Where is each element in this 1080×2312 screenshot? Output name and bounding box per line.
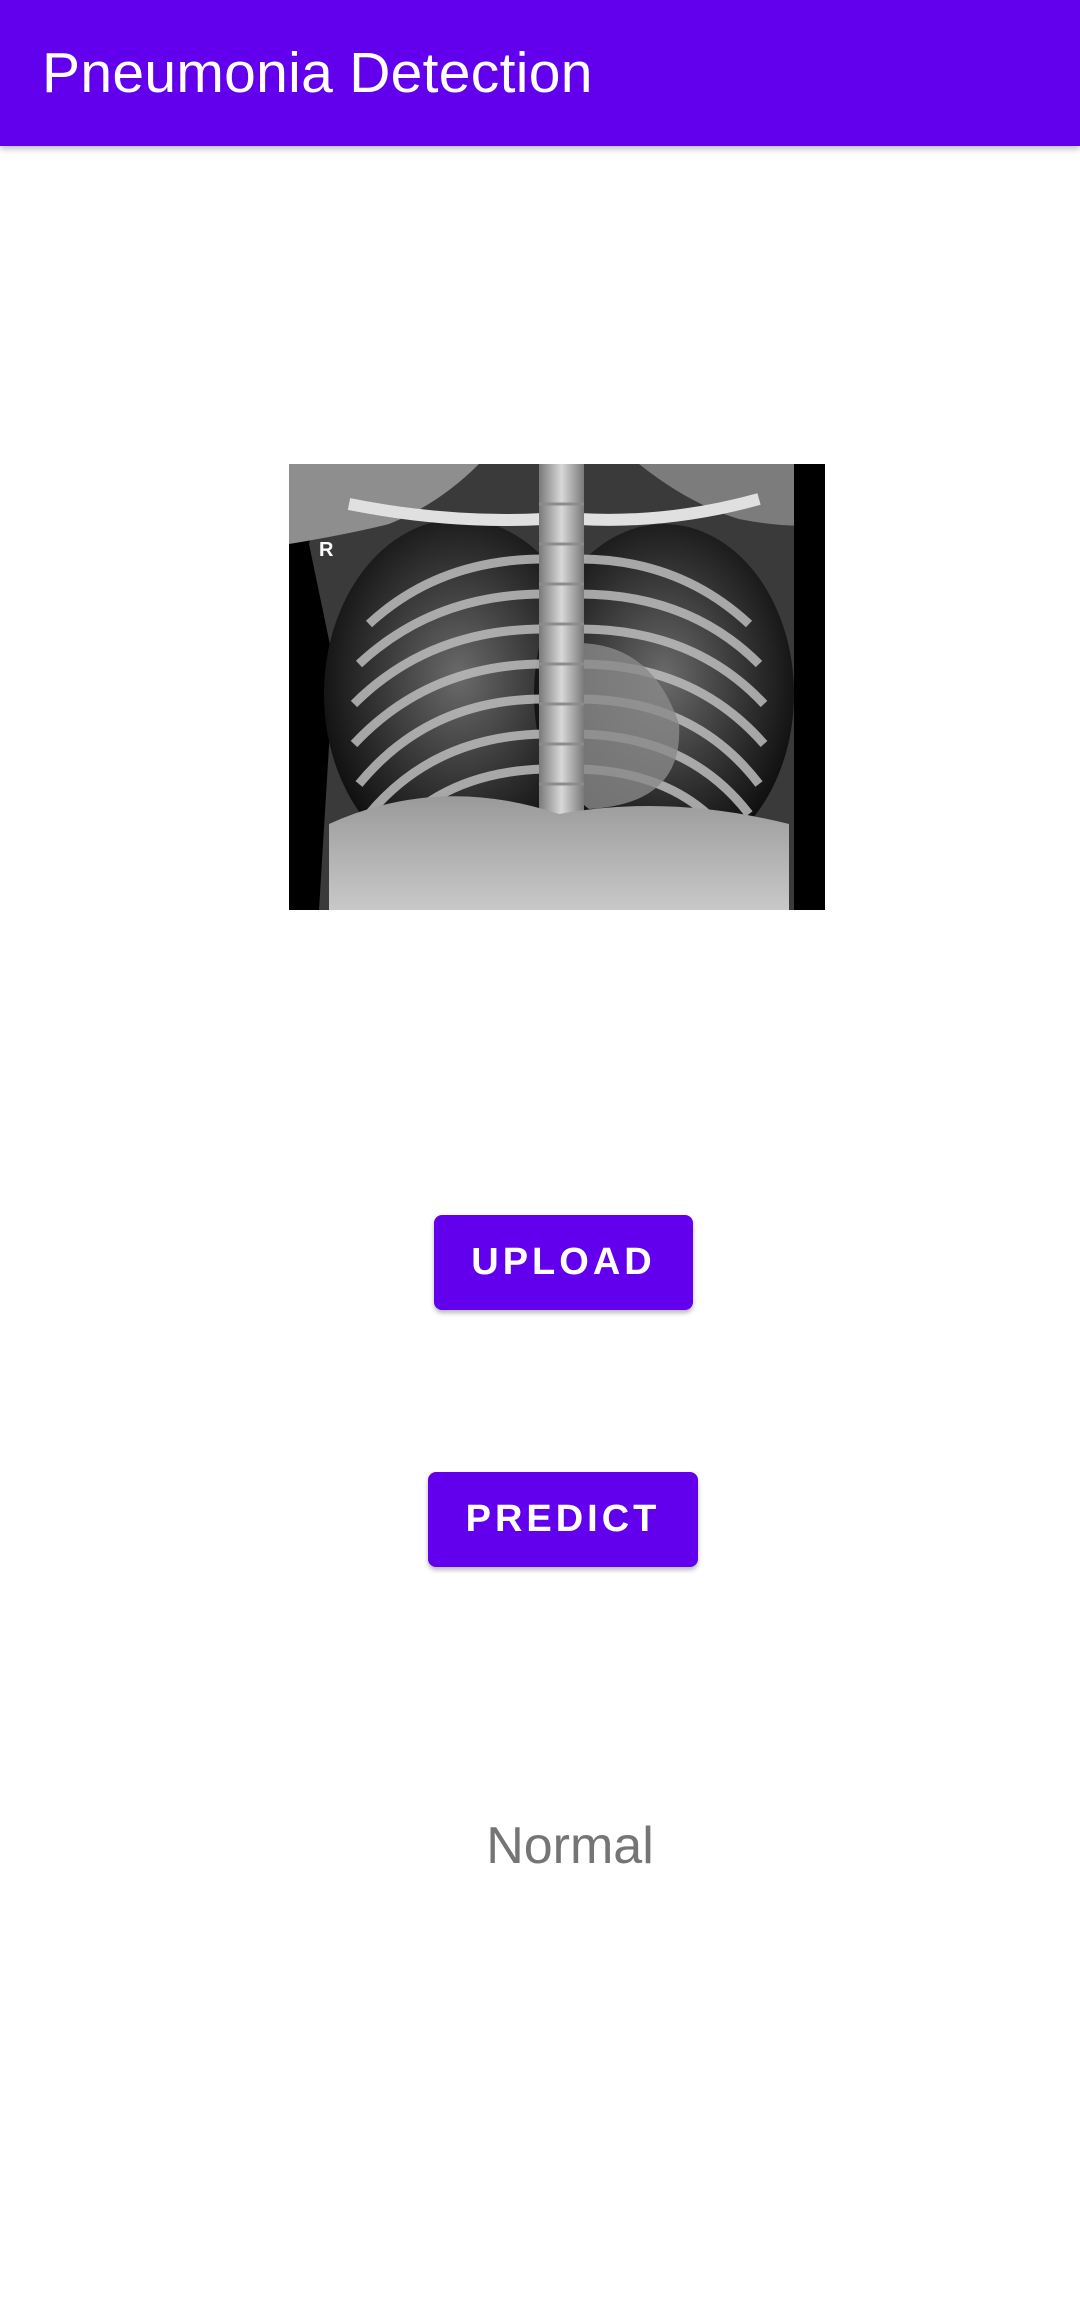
upload-button[interactable]: UPLOAD (434, 1215, 693, 1310)
xray-marker-r: R (319, 539, 334, 561)
xray-image: R (289, 464, 825, 910)
xray-picture: R (289, 464, 825, 910)
app-title: Pneumonia Detection (42, 41, 593, 105)
predict-button[interactable]: PREDICT (428, 1472, 698, 1567)
prediction-result: Normal (486, 1817, 654, 1875)
app-bar: Pneumonia Detection (0, 0, 1080, 146)
